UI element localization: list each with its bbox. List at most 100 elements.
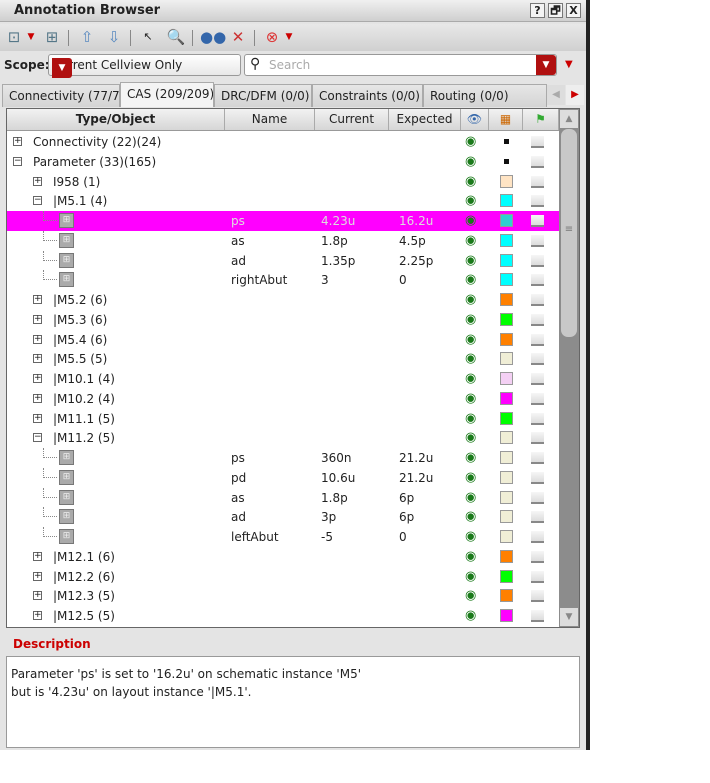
color-swatch[interactable] xyxy=(500,194,513,208)
eye-icon[interactable]: ◉ xyxy=(465,332,476,347)
eye-icon[interactable]: ◉ xyxy=(465,272,476,287)
eye-icon[interactable]: ◉ xyxy=(465,134,476,149)
chevron-down-icon[interactable]: ▼ xyxy=(536,55,556,75)
color-swatch[interactable] xyxy=(500,293,513,306)
eye-icon[interactable]: ◉ xyxy=(465,569,476,584)
color-swatch[interactable] xyxy=(500,549,513,563)
scroll-down-button[interactable]: ▼ xyxy=(560,608,578,626)
tree-group-row[interactable]: + |M12.5 (5) ◉ xyxy=(7,606,559,626)
visibility-column-icon[interactable]: 👁 xyxy=(461,109,489,130)
expand-toggle[interactable]: + xyxy=(33,571,42,581)
flag-checkbox[interactable] xyxy=(531,155,544,168)
eye-icon[interactable]: ◉ xyxy=(465,588,476,603)
tree-group-row[interactable]: + I958 (1) ◉ xyxy=(7,172,559,192)
tree-group-row[interactable]: + |M5.4 (6) ◉ xyxy=(7,330,559,350)
tree-group-row[interactable]: + Connectivity (22)(24) ◉ xyxy=(7,132,559,152)
tree-group-row[interactable]: + |M12.1 (6) ◉ xyxy=(7,547,559,567)
color-swatch[interactable] xyxy=(500,490,513,504)
chevron-down-icon[interactable]: ▼ xyxy=(284,28,294,46)
flag-checkbox[interactable] xyxy=(531,412,544,425)
flag-checkbox[interactable] xyxy=(531,471,544,484)
scroll-up-button[interactable]: ▲ xyxy=(560,110,578,128)
eye-icon[interactable]: ◉ xyxy=(465,450,476,465)
flag-checkbox[interactable] xyxy=(531,175,544,188)
flag-checkbox[interactable] xyxy=(531,234,544,247)
eye-icon[interactable]: ◉ xyxy=(465,253,476,268)
annotation-row[interactable]: ⊞ ad 3p 6p ◉ xyxy=(7,507,559,527)
color-swatch[interactable] xyxy=(500,273,513,287)
tab-constraints[interactable]: Constraints (0/0) xyxy=(312,84,423,107)
chevron-down-icon[interactable]: ▼ xyxy=(52,58,72,78)
annotation-row[interactable]: ⊞ rightAbut 3 0 ◉ xyxy=(7,270,559,290)
select-pointer-icon[interactable]: ↖ xyxy=(138,28,158,46)
annotation-row[interactable]: ⊞ pd 10.6u 21.2u ◉ xyxy=(7,467,559,488)
color-swatch[interactable] xyxy=(500,451,513,464)
flag-checkbox[interactable] xyxy=(531,590,544,603)
zoom-fit-icon[interactable]: ⊞ xyxy=(42,28,62,46)
flag-checkbox[interactable] xyxy=(531,531,544,543)
color-swatch[interactable] xyxy=(500,391,513,405)
flag-column-icon[interactable]: ⚑ xyxy=(523,109,559,130)
eye-icon[interactable]: ◉ xyxy=(465,213,476,228)
tree-group-row[interactable]: + |M10.2 (4) ◉ xyxy=(7,389,559,409)
tab-routing[interactable]: Routing (0/0) xyxy=(423,84,547,107)
tab-scroll-left[interactable]: ◀ xyxy=(547,85,565,105)
eye-icon[interactable]: ◉ xyxy=(465,312,476,327)
show-icon[interactable]: ●● xyxy=(200,28,226,46)
column-name[interactable]: Name xyxy=(225,109,315,130)
color-swatch[interactable] xyxy=(500,470,513,484)
expand-toggle[interactable]: + xyxy=(33,393,42,403)
color-swatch[interactable] xyxy=(500,530,513,543)
flag-checkbox[interactable] xyxy=(531,610,544,622)
expand-toggle[interactable]: + xyxy=(33,295,42,304)
flag-checkbox[interactable] xyxy=(531,195,544,208)
eye-icon[interactable]: ◉ xyxy=(465,490,476,505)
flag-checkbox[interactable] xyxy=(531,452,544,464)
eye-icon[interactable]: ◉ xyxy=(465,549,476,564)
tree-group-row[interactable]: − |M5.1 (4) ◉ xyxy=(7,191,559,211)
flag-checkbox[interactable] xyxy=(531,215,544,227)
flag-checkbox[interactable] xyxy=(531,373,544,385)
color-swatch[interactable] xyxy=(500,214,513,227)
tab-scroll-right[interactable]: ▶ xyxy=(566,85,584,105)
color-swatch[interactable] xyxy=(500,609,513,622)
tree-group-row[interactable]: + |M12.3 (5) ◉ xyxy=(7,586,559,606)
eye-icon[interactable]: ◉ xyxy=(465,292,476,307)
expand-toggle[interactable]: + xyxy=(33,314,42,324)
expand-toggle[interactable]: + xyxy=(33,551,42,561)
tree-group-row[interactable]: − |M11.2 (5) ◉ xyxy=(7,428,559,448)
vertical-scrollbar[interactable]: ▲ ≡ ▼ xyxy=(559,109,579,627)
annotation-row[interactable]: ⊞ ps 360n 21.2u ◉ xyxy=(7,448,559,468)
scope-select[interactable]: Current Cellview Only ▼ xyxy=(48,54,241,78)
tab-cas[interactable]: CAS (209/209) xyxy=(120,82,214,107)
annotation-row[interactable]: ⊞ ps 4.23u 16.2u ◉ xyxy=(7,211,559,231)
tree-group-row[interactable]: + |M12.2 (6) ◉ xyxy=(7,567,559,587)
color-swatch[interactable] xyxy=(500,411,513,425)
color-swatch[interactable] xyxy=(504,158,509,164)
flag-checkbox[interactable] xyxy=(531,570,544,583)
eye-icon[interactable]: ◉ xyxy=(465,608,476,623)
scrollbar-thumb[interactable]: ≡ xyxy=(561,129,577,337)
color-swatch[interactable] xyxy=(500,431,513,445)
expand-toggle[interactable]: + xyxy=(33,413,42,423)
tree-group-row[interactable]: + |M10.1 (4) ◉ xyxy=(7,369,559,389)
fit-icon[interactable]: ⊡ xyxy=(4,28,24,46)
eye-icon[interactable]: ◉ xyxy=(465,351,476,366)
flag-checkbox[interactable] xyxy=(531,136,544,148)
chevron-down-icon[interactable]: ▼ xyxy=(26,28,36,46)
restore-button[interactable]: 🗗 xyxy=(548,3,563,18)
color-swatch[interactable] xyxy=(500,372,513,385)
eye-icon[interactable]: ◉ xyxy=(465,430,476,445)
flag-checkbox[interactable] xyxy=(531,511,544,524)
zoom-icon[interactable]: 🔍 xyxy=(166,28,186,46)
flag-checkbox[interactable] xyxy=(531,392,544,405)
search-input[interactable]: ⚲ Search ▼ xyxy=(244,54,557,76)
tree-group-row[interactable]: + |M5.3 (6) ◉ xyxy=(7,310,559,330)
close-button[interactable]: X xyxy=(566,3,581,18)
eye-icon[interactable]: ◉ xyxy=(465,509,476,524)
color-swatch[interactable] xyxy=(500,352,513,366)
annotation-row[interactable]: ⊞ as 1.8p 4.5p ◉ xyxy=(7,230,559,251)
flag-checkbox[interactable] xyxy=(531,333,544,346)
flag-checkbox[interactable] xyxy=(531,491,544,504)
color-swatch[interactable] xyxy=(504,139,509,144)
